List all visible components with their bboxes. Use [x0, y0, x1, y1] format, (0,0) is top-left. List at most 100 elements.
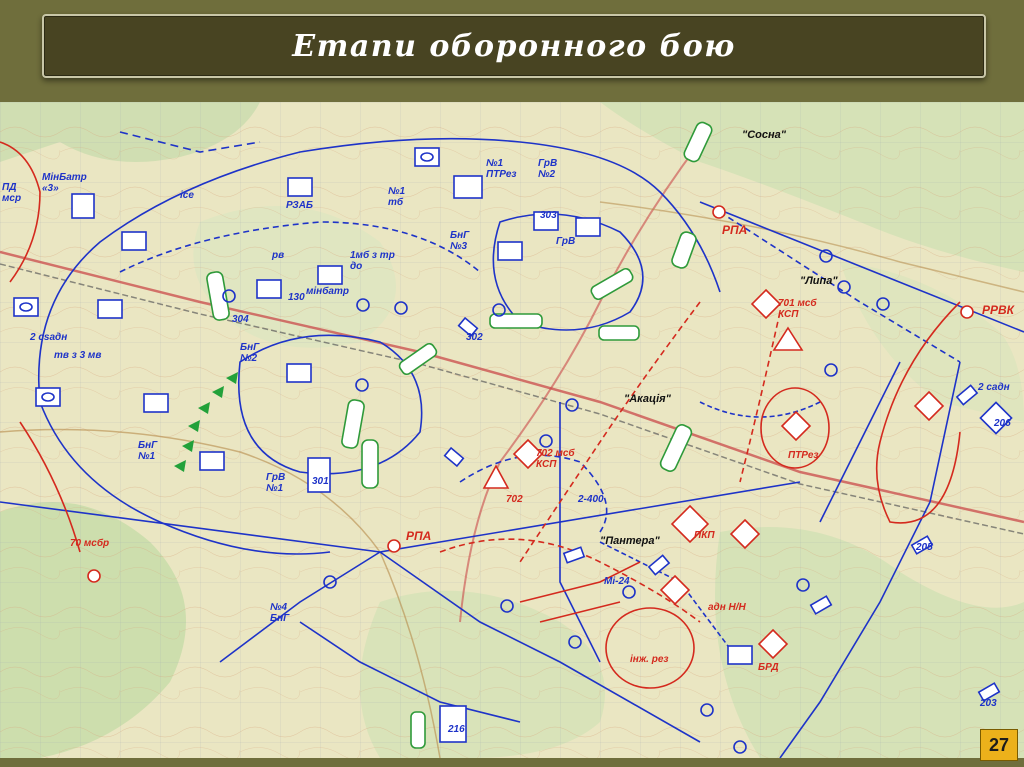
svg-text:"Пантера": "Пантера" — [600, 535, 660, 547]
svg-text:Мі-24: Мі-24 — [604, 576, 630, 587]
label-grv1: ГрВ — [266, 472, 285, 483]
label-2-400: 2-400 — [577, 494, 604, 505]
svg-text:130: 130 — [288, 292, 305, 303]
svg-text:БРД: БРД — [758, 662, 779, 673]
svg-text:РПА: РПА — [406, 529, 431, 543]
slide-title: Етапи оборонного бою — [292, 28, 736, 64]
label-pd-misr-line: мср — [2, 193, 21, 204]
svg-text:ГрВ№1: ГрВ №1 — [266, 472, 285, 494]
label-n203: 203 — [979, 698, 997, 709]
label-n304: 304 — [232, 314, 249, 325]
svg-text:інж. рез: інж. рез — [630, 654, 669, 665]
label-n206: 206 — [993, 418, 1011, 429]
svg-text:216: 216 — [447, 724, 465, 735]
svg-text:302: 302 — [466, 332, 483, 343]
label-rpa-1: РПА — [722, 223, 747, 237]
label-grv: ГрВ — [556, 236, 575, 247]
place-lypa: "Липа" — [800, 275, 838, 287]
svg-text:301: 301 — [312, 476, 329, 487]
place-pantera: "Пантера" — [600, 535, 660, 547]
svg-text:206: 206 — [993, 418, 1011, 429]
label-pkp: ПКП — [694, 530, 715, 541]
svg-text:205: 205 — [915, 542, 933, 553]
label-minbatr: мінбатр — [306, 285, 349, 297]
label-pv: рв — [271, 250, 284, 261]
label-n303: 303 — [540, 210, 557, 221]
svg-text:203: 203 — [979, 698, 997, 709]
svg-text:мінбатр: мінбатр — [306, 285, 349, 297]
svg-text:2 сsадн: 2 сsадн — [29, 332, 67, 343]
label-minbatr3: МінБатр — [42, 172, 87, 183]
label-ptrez1-line: ПТРез — [486, 169, 517, 180]
label-702: 702 — [506, 494, 523, 505]
label-mb1-do-line: до — [350, 261, 362, 272]
page-number: 27 — [988, 734, 1010, 755]
label-grv1-line: №1 — [266, 483, 283, 494]
label-n130: 130 — [288, 292, 305, 303]
svg-text:"Сосна": "Сосна" — [742, 129, 787, 141]
label-brd: БРД — [758, 662, 779, 673]
label-n216: 216 — [447, 724, 465, 735]
label-ise: ісе — [180, 190, 194, 201]
label-pd-misr: ПД — [2, 182, 16, 193]
tactical-map: ПД мср МінБатр «3» ісе РЗАБ №1 тб №1 ПТРез Г… — [0, 102, 1024, 758]
svg-text:тв з 3 мв: тв з 3 мв — [54, 350, 101, 361]
label-bng3: БнГ — [450, 230, 470, 241]
label-bng3-line: №3 — [450, 241, 467, 252]
label-bng1: БнГ — [138, 440, 158, 451]
label-bng4: №4 — [270, 602, 287, 613]
label-2sadn: 2 сsадн — [29, 332, 67, 343]
svg-text:РРВК: РРВК — [982, 303, 1016, 317]
title-bar: Етапи оборонного бою — [42, 14, 986, 78]
label-n301: 301 — [312, 476, 329, 487]
label-n302: 302 — [466, 332, 483, 343]
label-bng2: БнГ — [240, 342, 260, 353]
label-mi24: Мі-24 — [604, 576, 630, 587]
label-inzh: інж. рез — [630, 654, 669, 665]
label-2sadn-b: 2 садн — [977, 382, 1010, 393]
svg-text:ГрВ: ГрВ — [556, 236, 575, 247]
label-702-msb-line: КСП — [536, 459, 557, 470]
label-701-msb: 701 мсб — [778, 297, 817, 309]
label-bng1-line: №1 — [138, 451, 155, 462]
svg-text:303: 303 — [540, 210, 557, 221]
place-sosna: "Сосна" — [742, 129, 787, 141]
label-ptrez1: №1 — [486, 158, 503, 169]
svg-text:№1тб: №1 тб — [388, 186, 405, 208]
label-702-msb: 702 мсб — [536, 447, 575, 459]
svg-text:702: 702 — [506, 494, 523, 505]
svg-text:ПКП: ПКП — [694, 530, 715, 541]
label-grv2-line: №2 — [538, 169, 555, 180]
label-701-msb-line: КСП — [778, 309, 799, 320]
label-adn: адн Н/Н — [708, 602, 747, 613]
svg-text:ПТРез: ПТРез — [788, 450, 819, 461]
label-bng4-line: БнГ — [270, 613, 290, 624]
svg-text:2 садн: 2 садн — [977, 382, 1010, 393]
label-te3mb: тв з 3 мв — [54, 350, 101, 361]
label-grv2: ГрВ — [538, 158, 557, 169]
svg-text:РЗАБ: РЗАБ — [286, 200, 313, 211]
svg-text:2-400: 2-400 — [577, 494, 604, 505]
svg-text:ГрВ№2: ГрВ №2 — [538, 158, 557, 180]
label-tb1-line: тб — [388, 196, 404, 208]
svg-text:адн Н/Н: адн Н/Н — [708, 602, 747, 613]
place-akatsiia: "Акація" — [624, 393, 672, 405]
page-number-badge: 27 — [980, 729, 1018, 761]
label-rpa-2: РПА — [406, 529, 431, 543]
svg-text:"Акація": "Акація" — [624, 393, 672, 405]
svg-text:70 мсбр: 70 мсбр — [70, 537, 109, 549]
label-tb1: №1 — [388, 186, 405, 197]
label-ptrez: ПТРез — [788, 450, 819, 461]
label-n205: 205 — [915, 542, 933, 553]
map-canvas: ПД мср МінБатр «3» ісе РЗАБ №1 тб №1 ПТРез Г… — [0, 102, 1024, 758]
svg-text:РПА: РПА — [722, 223, 747, 237]
label-rzab: РЗАБ — [286, 200, 313, 211]
label-rrvk: РРВК — [982, 303, 1016, 317]
svg-text:рв: рв — [271, 250, 284, 261]
label-mb1-do: 1мб з тр — [350, 249, 395, 261]
svg-text:"Липа": "Липа" — [800, 275, 838, 287]
label-bng2-line: №2 — [240, 353, 257, 364]
svg-text:ісе: ісе — [180, 190, 194, 201]
label-70mbr: 70 мсбр — [70, 537, 109, 549]
svg-text:304: 304 — [232, 314, 249, 325]
